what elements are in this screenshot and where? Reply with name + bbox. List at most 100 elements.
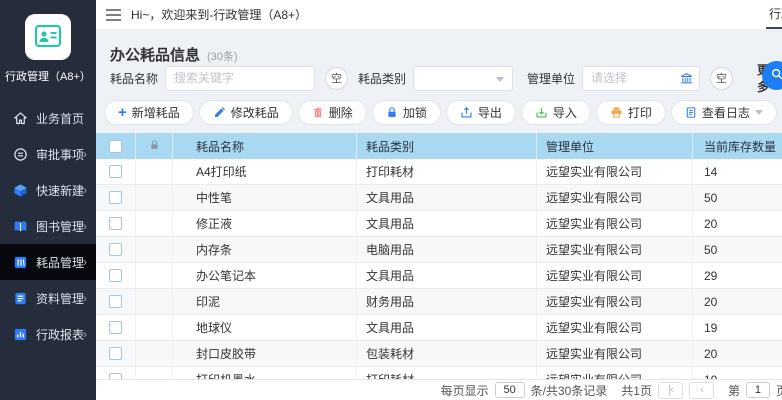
table-row[interactable]: 内存条 电脑用品 远望实业有限公司 50 [96, 237, 782, 263]
select-all-checkbox[interactable] [109, 140, 122, 153]
import-icon [535, 106, 548, 119]
name-filter-label: 耗品名称 [110, 70, 158, 87]
column-header-name[interactable]: 耗品名称 [173, 133, 357, 159]
page-header: 办公耗品信息 (30条) [110, 44, 238, 65]
supplies-icon [13, 254, 29, 270]
table-row[interactable]: 印泥 财务用品 远望实业有限公司 20 [96, 289, 782, 315]
content-area: 办公耗品信息 (30条) 耗品名称 空 耗品类别 管理单位 [96, 30, 782, 400]
row-checkbox[interactable] [109, 191, 122, 204]
topbar: Hi~，欢迎来到-行政管理（A8+） 行政 [96, 0, 782, 30]
lock-button[interactable]: 加锁 [372, 100, 441, 125]
column-header-qty[interactable]: 当前库存数量 [693, 133, 782, 159]
row-checkbox[interactable] [109, 321, 122, 334]
greeting-text: Hi~，欢迎来到-行政管理（A8+） [131, 6, 307, 23]
delete-button[interactable]: 删除 [298, 100, 367, 125]
row-checkbox[interactable] [109, 243, 122, 256]
chevron-right-icon: › [83, 184, 87, 196]
clear-unit-button[interactable]: 空 [710, 67, 733, 90]
caret-down-icon [496, 77, 504, 82]
organization-icon[interactable] [680, 72, 693, 88]
table-row[interactable]: 地球仪 文具用品 远望实业有限公司 19 [96, 315, 782, 341]
sidebar-menu: 业务首页 审批事项 › 快速新建 › 图书管理 [0, 100, 96, 352]
table-row[interactable]: 办公笔记本 文具用品 远望实业有限公司 29 [96, 263, 782, 289]
sidebar-item-label: 审批事项 [36, 146, 84, 163]
record-count: (30条) [207, 48, 238, 64]
sidebar-item-books[interactable]: 图书管理 › [0, 208, 96, 244]
print-button[interactable]: 打印 [596, 100, 666, 125]
pagination-bar: 每页显示 条/共30条记录 共1页 |‹ ‹ 第 页 [96, 379, 782, 400]
column-header-unit[interactable]: 管理单位 [537, 133, 693, 159]
filter-row: 耗品名称 空 耗品类别 管理单位 空 更多 [110, 63, 782, 93]
sidebar-item-reports[interactable]: 行政报表 › [0, 316, 96, 352]
export-icon [460, 106, 473, 119]
supplies-table: 耗品名称 耗品类别 管理单位 当前库存数量 A4打印纸 打印耗材 远望实业有限公… [96, 133, 782, 379]
report-icon [13, 326, 29, 342]
edit-supply-button[interactable]: 修改耗品 [199, 100, 293, 125]
sidebar-item-supplies[interactable]: 耗品管理 › [0, 244, 96, 280]
export-button[interactable]: 导出 [446, 100, 516, 125]
tab-current-module[interactable]: 行政 [766, 5, 782, 29]
files-icon [13, 290, 29, 306]
name-search-input[interactable] [165, 66, 315, 91]
hamburger-menu-icon[interactable] [106, 9, 121, 21]
home-icon [13, 110, 29, 126]
sidebar-item-label: 行政报表 [36, 326, 84, 343]
sidebar-item-quick-create[interactable]: 快速新建 › [0, 172, 96, 208]
records-label: 条/共30条记录 [531, 382, 608, 399]
book-icon [13, 218, 29, 234]
row-checkbox[interactable] [109, 165, 122, 178]
category-filter-label: 耗品类别 [358, 70, 406, 87]
prev-page-button[interactable]: ‹ [689, 382, 714, 399]
log-icon [685, 106, 697, 119]
lock-icon [386, 106, 398, 119]
table-row[interactable]: 中性笔 文具用品 远望实业有限公司 50 [96, 185, 782, 211]
sidebar-item-label: 业务首页 [36, 110, 84, 127]
chevron-right-icon: › [83, 328, 87, 340]
sidebar-item-label: 图书管理 [36, 218, 84, 235]
plus-icon: + [118, 105, 127, 120]
chevron-right-icon: › [83, 220, 87, 232]
table-row[interactable]: 封口皮胶带 包装耗材 远望实业有限公司 20 [96, 341, 782, 367]
page-title: 办公耗品信息 [110, 44, 200, 65]
table-row[interactable]: 修正液 文具用品 远望实业有限公司 20 [96, 211, 782, 237]
sidebar-item-approvals[interactable]: 审批事项 › [0, 136, 96, 172]
table-body: A4打印纸 打印耗材 远望实业有限公司 14 中性笔 文具用品 远望实业有限公司… [96, 159, 782, 379]
per-page-label: 每页显示 [441, 382, 489, 399]
table-row[interactable]: A4打印纸 打印耗材 远望实业有限公司 14 [96, 159, 782, 185]
caret-down-icon [755, 110, 763, 115]
chevron-right-icon: › [83, 256, 87, 268]
trash-icon [312, 106, 324, 119]
brand-title: 行政管理（A8+） [0, 68, 96, 84]
unit-filter-label: 管理单位 [527, 70, 575, 87]
add-supply-button[interactable]: + 新增耗品 [104, 100, 194, 125]
page-prefix-label: 第 [728, 382, 740, 399]
category-select[interactable] [413, 66, 513, 91]
chevron-right-icon: › [83, 292, 87, 304]
sidebar: 行政管理（A8+） 业务首页 审批事项 › 快速新建 › [0, 0, 96, 400]
sidebar-item-label: 快速新建 [36, 182, 84, 199]
app-window: 行政管理（A8+） 业务首页 审批事项 › 快速新建 › [0, 0, 782, 400]
clear-name-button[interactable]: 空 [325, 67, 348, 90]
page-suffix-label: 页 [776, 382, 782, 399]
row-checkbox[interactable] [109, 295, 122, 308]
per-page-input[interactable] [495, 382, 525, 398]
view-log-button[interactable]: 查看日志 [671, 100, 777, 125]
table-row[interactable]: 打印机墨水 打印耗材 远望实业有限公司 10 [96, 367, 782, 379]
first-page-button[interactable]: |‹ [658, 382, 683, 399]
table-header-row: 耗品名称 耗品类别 管理单位 当前库存数量 [96, 133, 782, 159]
row-checkbox[interactable] [109, 347, 122, 360]
sidebar-item-documents[interactable]: 资料管理 › [0, 280, 96, 316]
import-button[interactable]: 导入 [521, 100, 591, 125]
row-checkbox[interactable] [109, 269, 122, 282]
quick-create-icon [13, 182, 29, 198]
toolbar: + 新增耗品 修改耗品 删除 [104, 100, 782, 125]
row-checkbox[interactable] [109, 217, 122, 230]
column-header-type[interactable]: 耗品类别 [357, 133, 537, 159]
printer-icon [610, 106, 623, 119]
sidebar-item-label: 耗品管理 [36, 254, 84, 271]
page-number-input[interactable] [746, 382, 770, 398]
sidebar-item-label: 资料管理 [36, 290, 84, 307]
sidebar-item-business-home[interactable]: 业务首页 [0, 100, 96, 136]
id-card-icon [33, 21, 63, 54]
main-area: Hi~，欢迎来到-行政管理（A8+） 行政 办公耗品信息 (30条) 耗品名称 … [96, 0, 782, 400]
